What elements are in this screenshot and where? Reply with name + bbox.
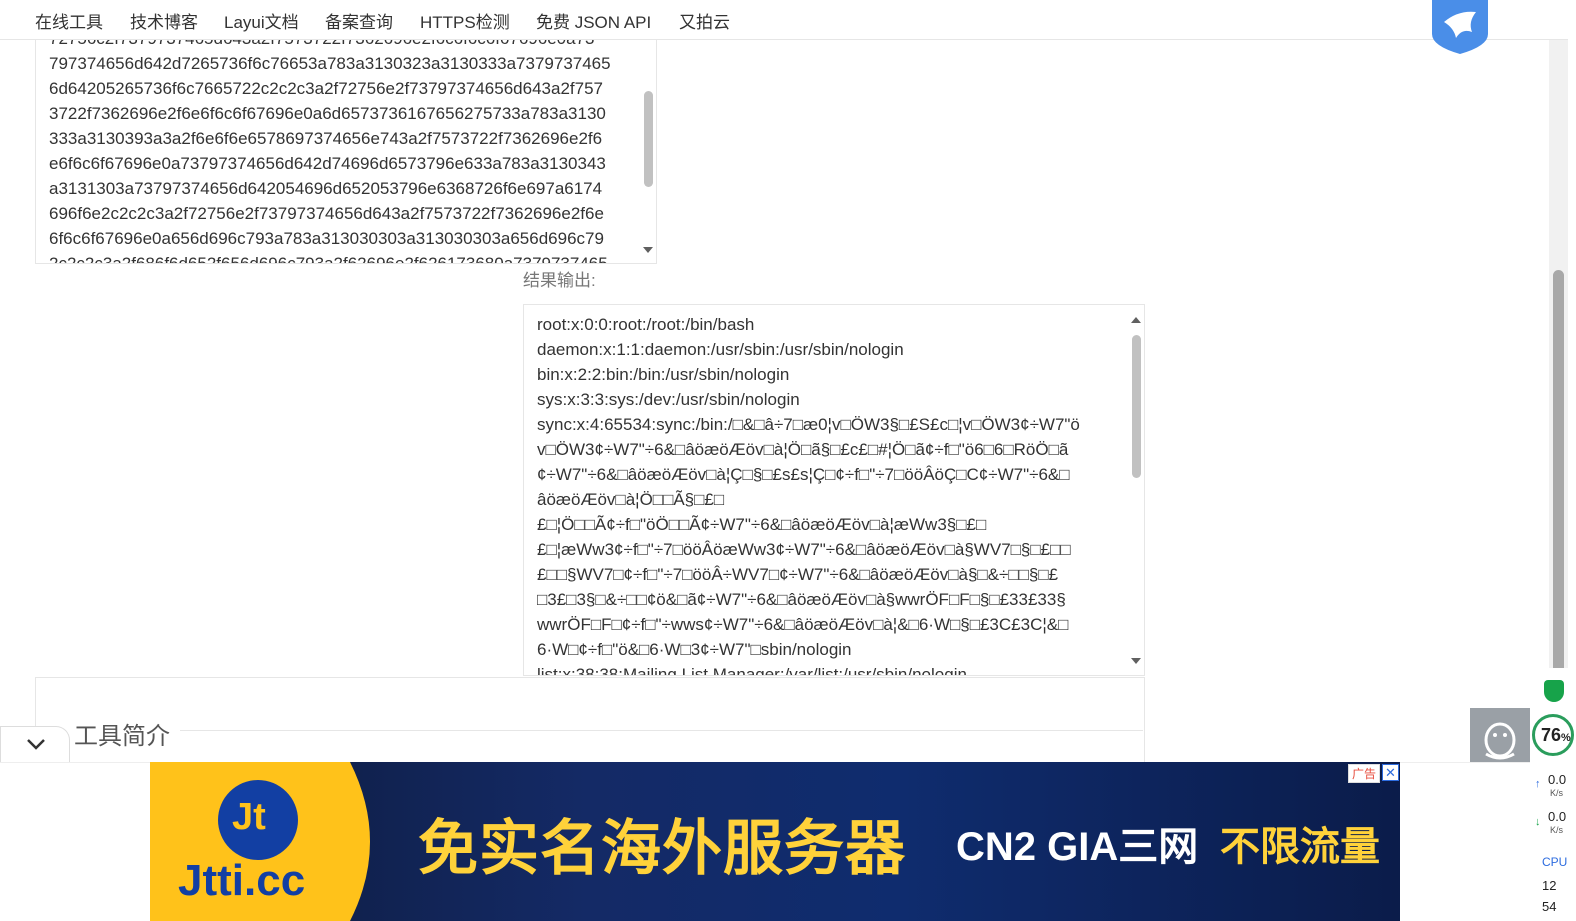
output-text-line: sync:x:4:65534:sync:/bin:/□&□â÷7□æ0¦v□ÖW… xyxy=(537,415,1080,434)
upload-arrow-icon: ↑ xyxy=(1535,778,1541,790)
input-text-line: e6f6c6f67696e0a73797374656d642d74696d657… xyxy=(49,154,606,173)
output-text-line: £□¦æWw3¢÷f□"÷7□ööÂöæWw3¢÷W7"÷6&□âöæöÆöv□… xyxy=(537,540,1071,559)
output-text-line: £□□§WV7□¢÷f□"÷7□ööÂ÷WV7□¢÷W7"÷6&□âöæöÆöv… xyxy=(537,565,1059,584)
qq-penguin-icon xyxy=(1484,722,1516,760)
output-text: root:x:0:0:root:/root:/bin/bash daemon:x:… xyxy=(537,312,1080,676)
nav-upyun[interactable]: 又拍云 xyxy=(679,8,730,33)
ad-tag: 广告 xyxy=(1347,764,1380,783)
output-text-line: root:x:0:0:root:/root:/bin/bash xyxy=(537,315,755,334)
top-nav: 在线工具 技术博客 Layui文档 备案查询 HTTPS检测 免费 JSON A… xyxy=(0,0,1568,40)
output-text-line: wwrÖF□F□¢÷f□"÷wws¢÷W7"÷6&□âöæöÆöv□à¦&□6·… xyxy=(537,615,1069,634)
result-label: 结果输出: xyxy=(523,271,596,290)
intro-card xyxy=(35,677,1145,772)
shield-icon xyxy=(1544,680,1564,702)
bird-logo-icon[interactable] xyxy=(1428,0,1492,54)
gauge-value: 76 xyxy=(1541,725,1562,745)
nav-layui-docs[interactable]: Layui文档 xyxy=(224,8,299,33)
qq-contact-button[interactable] xyxy=(1470,708,1530,763)
nav-json-api[interactable]: 免费 JSON API xyxy=(536,8,651,33)
download-speed: 0.0 xyxy=(1548,809,1567,824)
cpu-label: CPU xyxy=(1542,855,1568,869)
output-text-line: bin:x:2:2:bin:/bin:/usr/sbin/nologin xyxy=(537,365,790,384)
input-text: 72756c2f7379737465d643a2f7573722f7362696… xyxy=(49,26,611,264)
output-textarea[interactable]: root:x:0:0:root:/root:/bin/bash daemon:x:… xyxy=(523,304,1145,676)
output-text-line: daemon:x:1:1:daemon:/usr/sbin:/usr/sbin/… xyxy=(537,340,904,359)
output-text-line: £□¦Ö□□Ã¢÷f□"öÖ□□Ã¢÷W7"÷6&□âöæöÆöv□à¦æWw3… xyxy=(537,515,987,534)
cpu-value-2: 54 xyxy=(1542,899,1557,914)
input-scrollbar[interactable] xyxy=(640,25,656,263)
output-text-line: âöæöÆöv□à¦Ö□□Ã§□£□ xyxy=(537,490,725,509)
input-text-line: 6d64205265736f6c7665722c2c2c3a2f72756e2f… xyxy=(49,79,603,98)
upload-unit: K/s xyxy=(1550,788,1564,798)
nav-tech-blog[interactable]: 技术博客 xyxy=(130,8,198,33)
collapse-ad-button[interactable] xyxy=(0,726,70,762)
nav-online-tools[interactable]: 在线工具 xyxy=(35,8,103,33)
chevron-down-icon xyxy=(27,739,45,750)
cpu-value-1: 12 xyxy=(1542,878,1557,893)
output-scrollbar[interactable] xyxy=(1128,305,1144,675)
download-unit: K/s xyxy=(1550,825,1564,835)
input-text-line: 2c2c2c3a2f686f6d652f656d696c793a2f62696e… xyxy=(49,254,608,264)
input-text-line: a3131303a73797374656d642054696d652053796… xyxy=(49,179,603,198)
nav-icp-lookup[interactable]: 备案查询 xyxy=(325,8,393,33)
ad-subline-2: 不限流量 xyxy=(1220,825,1380,869)
input-text-line: 696f6e2c2c2c3a2f72756e2f73797374656d643a… xyxy=(49,204,604,223)
ad-subline: CN2 GIA三网 xyxy=(956,825,1199,869)
ad-brand: Jtti.cc xyxy=(178,856,306,905)
output-text-line: v□ÖW3¢÷W7"÷6&□âöæöÆöv□à¦Ö□ã§□£c£□#¦Ö□ã¢÷… xyxy=(537,440,1069,459)
output-text-line: 6·W□¢÷f□"ö&□6·W□3¢÷W7"□sbin/nologin xyxy=(537,640,852,659)
ad-banner[interactable]: Jt Jtti.cc 免实名海外服务器 CN2 GIA三网 不限流量 广告 ✕ xyxy=(150,762,1400,921)
output-text-line: list:x:38:38:Mailing List Manager:/var/l… xyxy=(537,665,967,676)
output-text-line: □3£□3§□&÷□□¢ö&□ã¢÷W7"÷6&□âöæöÆöv□à§wwrÖF… xyxy=(537,590,1066,609)
download-arrow-icon: ↓ xyxy=(1535,816,1541,828)
ad-close-button[interactable]: ✕ xyxy=(1382,764,1399,781)
system-monitor-widget[interactable]: 76% ↑ 0.0 K/s ↓ 0.0 K/s CPU 12 54 xyxy=(1530,668,1576,921)
input-text-line: 3722f7362696e2f6e6f6c6f67696e0a6d6573736… xyxy=(49,104,606,123)
gauge-unit: % xyxy=(1561,732,1571,744)
intro-title: 工具简介 xyxy=(74,716,178,751)
output-text-line: ¢÷W7"÷6&□âöæöÆöv□à¦Ç□§□£s£s¦Ç□¢÷f□"÷7□öö… xyxy=(537,465,1070,484)
intro-divider xyxy=(180,730,1143,731)
input-text-line: 6f6c6f67696e0a656d696c793a783a313030303a… xyxy=(49,229,604,248)
upload-speed: 0.0 xyxy=(1548,772,1567,787)
nav-https-check[interactable]: HTTPS检测 xyxy=(420,8,510,33)
memory-gauge: 76% xyxy=(1532,714,1574,756)
input-text-line: 797374656d642d7265736f6c76653a783a313032… xyxy=(49,54,611,73)
input-textarea[interactable]: 72756c2f7379737465d643a2f7573722f7362696… xyxy=(35,24,657,264)
ad-headline: 免实名海外服务器 xyxy=(418,815,906,882)
input-text-line: 333a3130393a3a2f6e6f6e6578697374656e743a… xyxy=(49,129,603,148)
logo-glyph: Jt xyxy=(232,796,266,838)
output-text-line: sys:x:3:3:sys:/dev:/usr/sbin/nologin xyxy=(537,390,800,409)
